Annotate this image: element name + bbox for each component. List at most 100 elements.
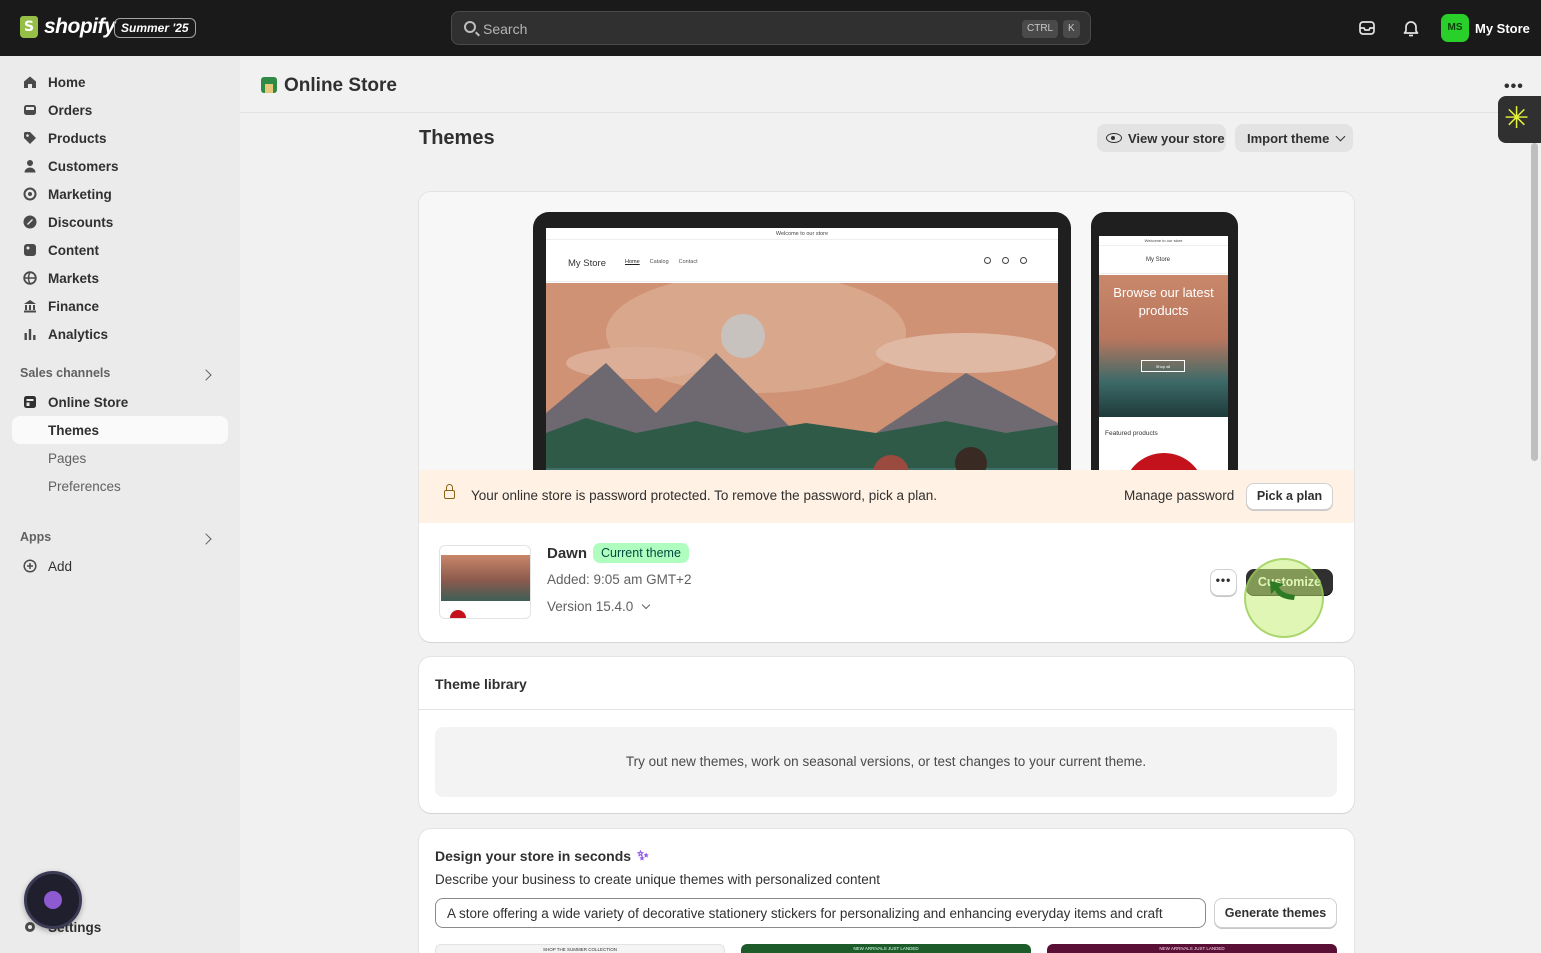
- store-menu-button[interactable]: MS My Store: [1441, 14, 1530, 42]
- inbox-tray-icon[interactable]: [1357, 18, 1377, 38]
- sidebar-item-label: Analytics: [48, 326, 109, 342]
- mobile-shop-button: Shop all: [1141, 360, 1185, 372]
- sidebar-item-content[interactable]: Content: [12, 236, 228, 264]
- preview-brand: My Store: [568, 258, 607, 269]
- sidebar-item-markets[interactable]: Markets: [12, 264, 228, 292]
- sales-channels-heading[interactable]: Sales channels: [20, 366, 110, 380]
- sidebar-item-pages[interactable]: Pages: [12, 444, 228, 472]
- tag-icon: [22, 130, 38, 146]
- sidebar-item-label: Online Store: [48, 394, 129, 410]
- search-bar[interactable]: Search CTRL K: [451, 11, 1091, 45]
- preview-account-icon: [1002, 257, 1009, 264]
- theme-library-empty-state: Try out new themes, work on seasonal ver…: [435, 727, 1337, 797]
- generated-theme-preview[interactable]: NEW ARRIVALS JUST LANDED: [1047, 944, 1337, 953]
- sidebar-item-label: Orders: [48, 102, 93, 118]
- sidebar-item-finance[interactable]: Finance: [12, 292, 228, 320]
- side-widget-button[interactable]: ✳: [1498, 96, 1541, 143]
- shortcut-k: K: [1063, 20, 1080, 38]
- shopify-logo[interactable]: shopify: [20, 15, 116, 39]
- top-bar: shopify Summer '25 Search CTRL K MS My S…: [0, 0, 1541, 56]
- status-badge: Current theme: [593, 543, 689, 563]
- sidebar-item-label: Preferences: [48, 478, 121, 494]
- person-icon: [22, 158, 38, 174]
- banner-message: Your online store is password protected.…: [471, 488, 938, 503]
- more-actions-icon[interactable]: •••: [1504, 78, 1524, 96]
- theme-preview[interactable]: Welcome to our store My Store Home Catal…: [419, 192, 1354, 488]
- home-icon: [22, 74, 38, 90]
- chevron-right-icon[interactable]: [200, 369, 212, 381]
- apps-heading[interactable]: Apps: [20, 530, 51, 544]
- sidebar-item-home[interactable]: Home: [12, 68, 228, 96]
- hero-illustration: [546, 283, 1058, 488]
- design-title: Design your store in seconds: [435, 847, 632, 864]
- phone-preview: Welcome to our store My Store Browse our…: [1091, 212, 1238, 487]
- sidebar-item-add-app[interactable]: Add: [12, 552, 228, 580]
- current-theme-card: Welcome to our store My Store Home Catal…: [419, 192, 1354, 642]
- sidebar-item-label: Discounts: [48, 214, 114, 230]
- preview-cart-icon: [1020, 257, 1027, 264]
- sidebar-item-label: Customers: [48, 158, 119, 174]
- sidebar-item-discounts[interactable]: Discounts: [12, 208, 228, 236]
- globe-icon: [22, 270, 38, 286]
- assistant-bubble-button[interactable]: [24, 871, 82, 929]
- shortcut-ctrl: CTRL: [1022, 20, 1059, 38]
- sidebar-item-analytics[interactable]: Analytics: [12, 320, 228, 348]
- pick-plan-button[interactable]: Pick a plan: [1246, 483, 1333, 510]
- theme-version: Version 15.4.0: [547, 599, 634, 614]
- manage-password-link[interactable]: Manage password: [1124, 488, 1234, 503]
- store-name: My Store: [1475, 20, 1530, 36]
- discount-icon: [22, 214, 38, 230]
- view-store-button[interactable]: View your store: [1097, 124, 1226, 152]
- sidebar-item-orders[interactable]: Orders: [12, 96, 228, 124]
- search-placeholder: Search: [483, 21, 528, 37]
- bell-icon[interactable]: [1401, 18, 1421, 38]
- storefront-icon: [22, 394, 38, 410]
- mobile-hero-text: Browse our latest products: [1113, 285, 1214, 318]
- page-header: Online Store •••: [240, 56, 1541, 113]
- import-theme-button[interactable]: Import theme: [1235, 124, 1353, 152]
- theme-thumbnail[interactable]: [439, 545, 531, 619]
- shopify-bag-icon: [20, 16, 38, 38]
- theme-name: Dawn: [547, 545, 588, 562]
- generated-theme-preview[interactable]: SHOP THE SUMMER COLLECTION: [435, 944, 725, 953]
- search-icon: [464, 21, 476, 33]
- sidebar-item-preferences[interactable]: Preferences: [12, 472, 228, 500]
- announcement-bar: Welcome to our store: [546, 228, 1058, 240]
- generated-theme-preview[interactable]: NEW ARRIVALS JUST LANDED: [741, 944, 1031, 953]
- sidebar-item-label: Themes: [48, 422, 100, 438]
- preview-search-icon: [984, 257, 991, 264]
- sidebar: Home Orders Products Customers Marketing…: [0, 56, 240, 953]
- theme-prompt-input[interactable]: [435, 898, 1206, 928]
- sidebar-item-online-store[interactable]: Online Store: [12, 388, 228, 416]
- sidebar-item-label: Finance: [48, 298, 100, 314]
- edition-badge[interactable]: Summer '25: [114, 18, 196, 38]
- sidebar-item-themes[interactable]: Themes: [12, 416, 228, 444]
- chevron-down-icon: [642, 600, 651, 609]
- sidebar-item-products[interactable]: Products: [12, 124, 228, 152]
- avatar: MS: [1441, 14, 1469, 42]
- chevron-right-icon[interactable]: [200, 533, 212, 545]
- featured-label: Featured products: [1105, 430, 1158, 437]
- asterisk-icon: ✳: [1504, 102, 1530, 135]
- sidebar-item-customers[interactable]: Customers: [12, 152, 228, 180]
- chevron-down-icon: [1335, 131, 1346, 141]
- generate-themes-button[interactable]: Generate themes: [1214, 898, 1337, 928]
- theme-library-title: Theme library: [435, 676, 527, 692]
- view-store-label: View your store: [1128, 130, 1225, 146]
- bar-chart-icon: [22, 326, 38, 342]
- theme-version-toggle[interactable]: Version 15.4.0: [547, 599, 651, 614]
- tablet-preview: Welcome to our store My Store Home Catal…: [533, 212, 1071, 488]
- plus-circle-icon: [22, 558, 38, 574]
- target-icon: [22, 186, 38, 202]
- preview-link: Contact: [678, 259, 698, 265]
- sidebar-item-label: Home: [48, 74, 86, 90]
- lock-icon: [444, 484, 455, 499]
- theme-more-actions-button[interactable]: •••: [1210, 569, 1237, 596]
- page-title: Themes: [419, 127, 495, 149]
- eye-icon: [1106, 133, 1122, 143]
- inbox-icon: [22, 102, 38, 118]
- sidebar-item-marketing[interactable]: Marketing: [12, 180, 228, 208]
- design-store-card: Design your store in seconds ✨︎ Describe…: [419, 829, 1354, 953]
- scrollbar-thumb[interactable]: [1531, 143, 1538, 461]
- sidebar-item-label: Content: [48, 242, 99, 258]
